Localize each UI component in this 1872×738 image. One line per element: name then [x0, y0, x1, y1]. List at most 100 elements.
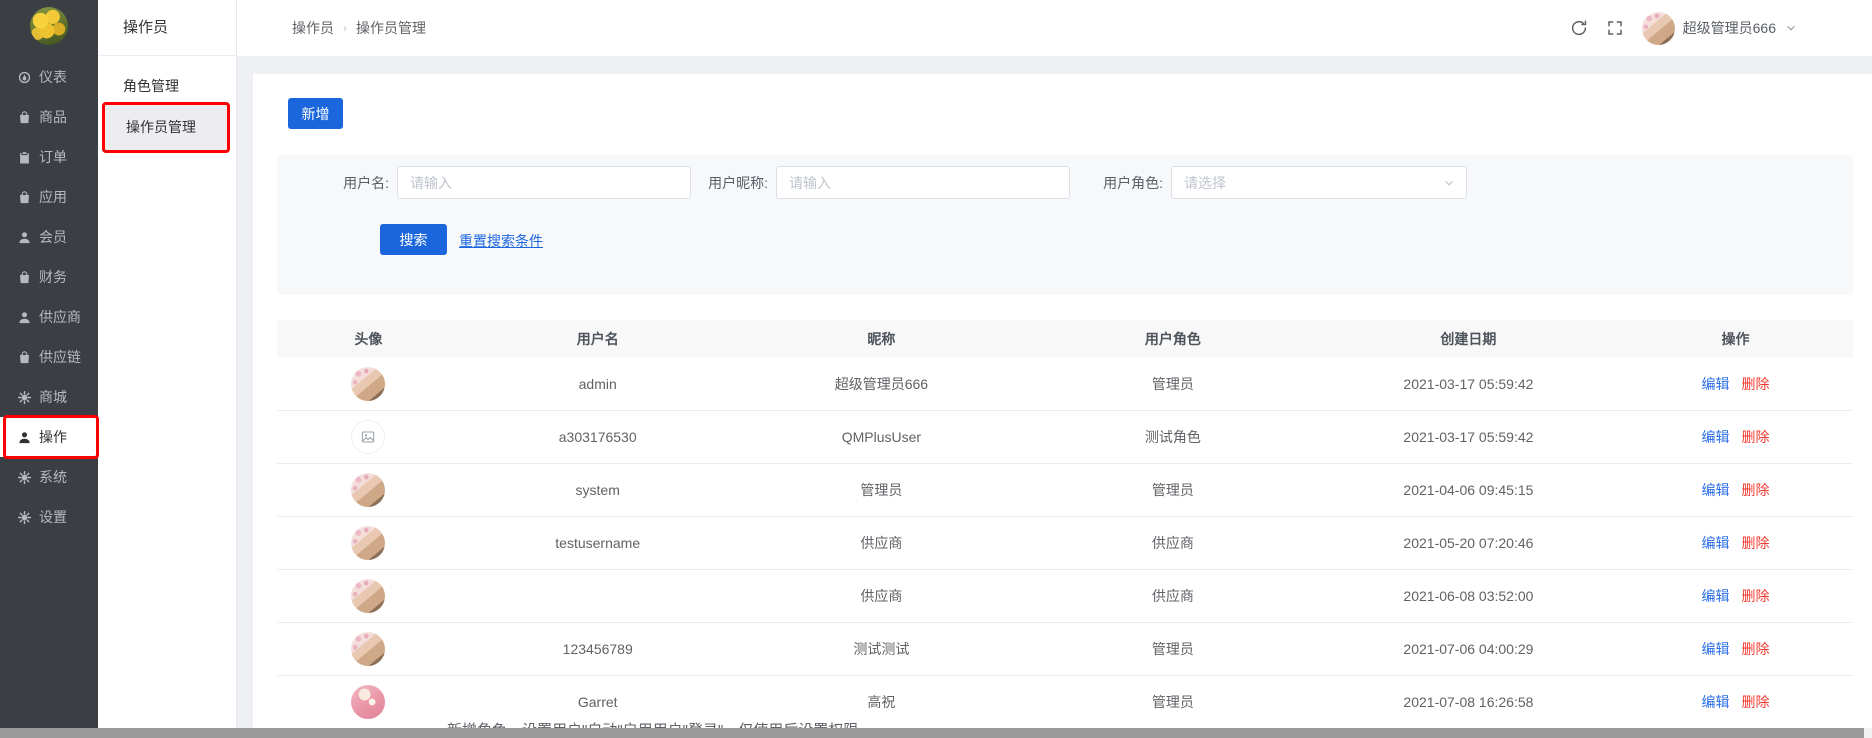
created-cell: 2021-07-06 04:00:29: [1319, 623, 1618, 675]
row-avatar: [351, 685, 385, 719]
delete-link[interactable]: 删除: [1742, 692, 1770, 712]
table-row: system管理员管理员2021-04-06 09:45:15编辑删除: [277, 464, 1853, 517]
submenu-title: 操作员: [98, 0, 236, 56]
avatar-cell: [277, 358, 460, 410]
actions-cell: 编辑删除: [1618, 676, 1853, 728]
created-cell: 2021-07-08 16:26:58: [1319, 676, 1618, 728]
person-icon: [17, 430, 32, 445]
actions-cell: 编辑删除: [1618, 464, 1853, 516]
username-cell: testusername: [460, 517, 736, 569]
clipboard-icon: [17, 150, 32, 165]
created-cell: 2021-04-06 09:45:15: [1319, 464, 1618, 516]
row-avatar: [351, 367, 385, 401]
sidebar-item-label: 财务: [39, 267, 67, 287]
user-name: 超级管理员666: [1683, 18, 1776, 38]
sidebar-item-label: 应用: [39, 187, 67, 207]
sidebar-item-系统[interactable]: 系统: [0, 457, 98, 497]
sidebar-item-供应商[interactable]: 供应商: [0, 297, 98, 337]
search-button[interactable]: 搜索: [380, 224, 447, 255]
edit-link[interactable]: 编辑: [1702, 692, 1730, 712]
edit-link[interactable]: 编辑: [1702, 427, 1730, 447]
nickname-cell: 管理员: [736, 464, 1028, 516]
sidebar-item-会员[interactable]: 会员: [0, 217, 98, 257]
edit-link[interactable]: 编辑: [1702, 639, 1730, 659]
horizontal-scrollbar[interactable]: [0, 728, 1864, 738]
delete-link[interactable]: 删除: [1742, 533, 1770, 553]
sidebar-item-设置[interactable]: 设置: [0, 497, 98, 537]
fullscreen-icon[interactable]: [1606, 19, 1624, 37]
sidebar-item-label: 供应商: [39, 307, 81, 327]
bag-icon: [17, 110, 32, 125]
nickname-cell: 供应商: [736, 570, 1028, 622]
app-logo[interactable]: [30, 7, 68, 45]
column-header-用户角色: 用户角色: [1027, 320, 1319, 358]
sidebar-item-商城[interactable]: 商城: [0, 377, 98, 417]
breadcrumb: 操作员 › 操作员管理: [292, 18, 426, 38]
delete-link[interactable]: 删除: [1742, 480, 1770, 500]
row-avatar: [351, 632, 385, 666]
operators-table: 头像用户名昵称用户角色创建日期操作 admin超级管理员666管理员2021-0…: [277, 320, 1853, 729]
delete-link[interactable]: 删除: [1742, 427, 1770, 447]
role-cell: 管理员: [1027, 358, 1319, 410]
sidebar-item-label: 商城: [39, 387, 67, 407]
sidebar-nav: 仪表商品订单应用会员财务供应商供应链商城操作系统设置: [0, 57, 98, 537]
delete-link[interactable]: 删除: [1742, 639, 1770, 659]
row-avatar: [351, 526, 385, 560]
sidebar-item-仪表[interactable]: 仪表: [0, 57, 98, 97]
column-header-昵称: 昵称: [736, 320, 1028, 358]
person-icon: [17, 310, 32, 325]
content-card: 新增 用户名: 用户昵称: 用户角色: 请选择: [253, 74, 1872, 728]
delete-link[interactable]: 删除: [1742, 374, 1770, 394]
sidebar-item-应用[interactable]: 应用: [0, 177, 98, 217]
role-cell: 管理员: [1027, 676, 1319, 728]
role-select[interactable]: 请选择: [1171, 166, 1467, 199]
row-avatar: [351, 579, 385, 613]
actions-cell: 编辑删除: [1618, 623, 1853, 675]
bag-icon: [17, 190, 32, 205]
avatar-cell: [277, 517, 460, 569]
bag-icon: [17, 270, 32, 285]
delete-link[interactable]: 删除: [1742, 586, 1770, 606]
reset-search-link[interactable]: 重置搜索条件: [459, 231, 543, 251]
username-cell: a303176530: [460, 411, 736, 463]
created-cell: 2021-05-20 07:20:46: [1319, 517, 1618, 569]
breadcrumb-item-parent[interactable]: 操作员: [292, 18, 334, 38]
created-cell: 2021-03-17 05:59:42: [1319, 358, 1618, 410]
submenu-item-角色管理[interactable]: 角色管理: [98, 66, 237, 106]
avatar-cell: [277, 676, 460, 728]
submenu-panel: 操作员 角色管理操作员管理: [98, 0, 237, 728]
role-field-group: 用户角色: 请选择: [1090, 166, 1467, 199]
table-row: admin超级管理员666管理员2021-03-17 05:59:42编辑删除: [277, 358, 1853, 411]
refresh-icon[interactable]: [1570, 19, 1588, 37]
edit-link[interactable]: 编辑: [1702, 374, 1730, 394]
edit-link[interactable]: 编辑: [1702, 533, 1730, 553]
created-cell: 2021-06-08 03:52:00: [1319, 570, 1618, 622]
gear-icon: [17, 510, 32, 525]
add-button[interactable]: 新增: [288, 98, 343, 129]
role-label: 用户角色:: [1090, 173, 1171, 193]
sidebar-item-供应链[interactable]: 供应链: [0, 337, 98, 377]
sidebar-item-商品[interactable]: 商品: [0, 97, 98, 137]
nickname-cell: 测试测试: [736, 623, 1028, 675]
user-menu[interactable]: 超级管理员666: [1642, 12, 1798, 45]
sidebar-item-财务[interactable]: 财务: [0, 257, 98, 297]
column-header-创建日期: 创建日期: [1319, 320, 1618, 358]
role-select-placeholder: 请选择: [1184, 173, 1226, 193]
edit-link[interactable]: 编辑: [1702, 480, 1730, 500]
nickname-cell: 供应商: [736, 517, 1028, 569]
sidebar-item-订单[interactable]: 订单: [0, 137, 98, 177]
sidebar-item-label: 操作: [39, 427, 67, 447]
main-area: 操作员 › 操作员管理 超级管理员666: [237, 0, 1872, 728]
submenu-item-操作员管理[interactable]: 操作员管理: [102, 102, 230, 153]
edit-link[interactable]: 编辑: [1702, 586, 1730, 606]
sidebar-item-操作[interactable]: 操作: [0, 417, 98, 457]
column-header-头像: 头像: [277, 320, 460, 358]
sidebar-item-label: 仪表: [39, 67, 67, 87]
username-input[interactable]: [397, 166, 691, 199]
nickname-input[interactable]: [776, 166, 1070, 199]
nickname-label: 用户昵称:: [695, 173, 776, 193]
nickname-field-group: 用户昵称:: [695, 166, 1070, 199]
table-row: 供应商供应商2021-06-08 03:52:00编辑删除: [277, 570, 1853, 623]
gauge-icon: [17, 70, 32, 85]
sidebar-item-label: 会员: [39, 227, 67, 247]
